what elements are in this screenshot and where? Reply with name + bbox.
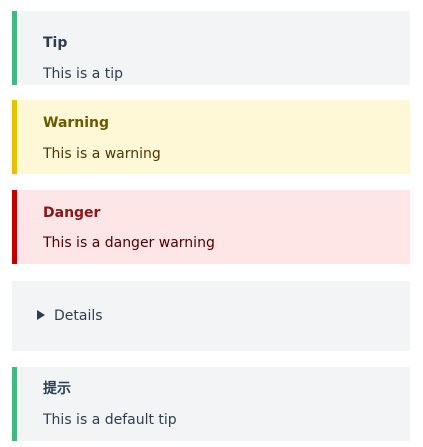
details-summary[interactable]: Details bbox=[54, 307, 103, 325]
danger-accent-bar bbox=[12, 190, 17, 264]
danger-text: This is a danger warning bbox=[43, 235, 215, 251]
details-disclosure[interactable]: Details bbox=[12, 281, 410, 351]
warning-title: Warning bbox=[43, 115, 110, 131]
warning-text: This is a warning bbox=[43, 146, 161, 162]
default-tip-container: 提示 This is a default tip bbox=[12, 367, 410, 441]
tip-accent-bar bbox=[12, 11, 17, 85]
default-tip-text: This is a default tip bbox=[43, 412, 177, 428]
default-tip-accent-bar bbox=[12, 367, 17, 441]
danger-title: Danger bbox=[43, 205, 101, 221]
warning-accent-bar bbox=[12, 100, 17, 174]
tip-title: Tip bbox=[43, 35, 68, 51]
tip-container: Tip This is a tip bbox=[12, 11, 410, 85]
tip-text: This is a tip bbox=[43, 66, 123, 82]
danger-container: Danger This is a danger warning bbox=[12, 190, 410, 264]
warning-container: Warning This is a warning bbox=[12, 100, 410, 174]
triangle-right-icon bbox=[37, 310, 45, 320]
default-tip-title: 提示 bbox=[43, 381, 71, 397]
